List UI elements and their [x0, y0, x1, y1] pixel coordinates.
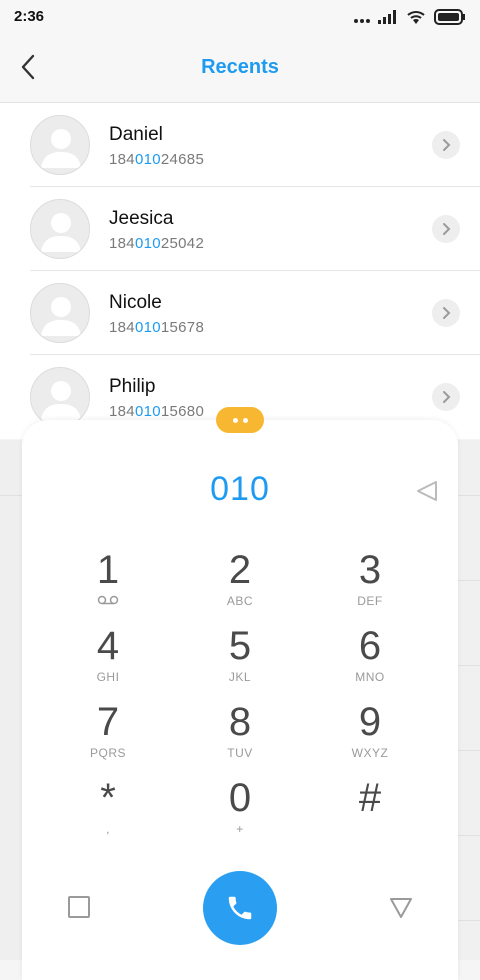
signal-icon [378, 10, 398, 29]
avatar [30, 367, 90, 427]
battery-icon [434, 9, 466, 30]
key-6[interactable]: 6 MNO [310, 624, 430, 694]
dialpad-collapse-handle[interactable] [216, 407, 264, 433]
key-9[interactable]: 9 WXYZ [310, 700, 430, 770]
person-icon [41, 129, 81, 168]
contact-detail-button[interactable] [432, 131, 460, 159]
contact-number: 18401015680 [109, 403, 205, 420]
list-item[interactable]: Nicole 18401015678 [0, 271, 480, 355]
contact-name: Daniel [109, 124, 163, 145]
chevron-right-icon [443, 223, 451, 235]
backspace-triangle-icon [417, 481, 437, 501]
square-icon[interactable] [68, 896, 90, 918]
more-dots-icon [354, 11, 370, 29]
contact-name: Philip [109, 376, 156, 397]
contact-name: Jeesica [109, 208, 174, 229]
status-time: 2:36 [14, 8, 45, 25]
voicemail-icon [48, 594, 168, 608]
list-item[interactable]: Daniel 18401024685 [0, 103, 480, 187]
chevron-right-icon [443, 307, 451, 319]
status-bar: 2:36 [0, 0, 480, 36]
key-4[interactable]: 4 GHI [48, 624, 168, 694]
key-0[interactable]: 0 + [180, 776, 300, 846]
contact-number: 18401025042 [109, 235, 205, 252]
key-8[interactable]: 8 TUV [180, 700, 300, 770]
contact-detail-button[interactable] [432, 215, 460, 243]
list-item[interactable]: Jeesica 18401025042 [0, 187, 480, 271]
contact-detail-button[interactable] [432, 299, 460, 327]
dialed-number: 010 [210, 470, 270, 508]
header: Recents [0, 36, 480, 103]
page-title: Recents [201, 56, 279, 78]
phone-icon [228, 896, 252, 920]
person-icon [41, 381, 81, 420]
contact-number: 18401015678 [109, 319, 205, 336]
key-1[interactable]: 1 [48, 548, 168, 618]
chevron-right-icon [443, 391, 451, 403]
recents-list: Daniel 18401024685 Jeesica 18401025042 N… [0, 103, 480, 439]
status-icons [354, 9, 466, 30]
person-icon [41, 213, 81, 252]
avatar [30, 115, 90, 175]
background-strip-left [0, 440, 22, 960]
key-7[interactable]: 7 PQRS [48, 700, 168, 770]
triangle-down-icon[interactable] [388, 896, 414, 920]
key-2[interactable]: 2 ABC [180, 548, 300, 618]
backspace-button[interactable] [414, 478, 440, 504]
call-button[interactable] [203, 871, 277, 945]
key-5[interactable]: 5 JKL [180, 624, 300, 694]
contact-name: Nicole [109, 292, 162, 313]
wifi-icon [406, 9, 426, 30]
avatar [30, 283, 90, 343]
key-3[interactable]: 3 DEF [310, 548, 430, 618]
key-hash[interactable]: # [310, 776, 430, 846]
avatar [30, 199, 90, 259]
chevron-right-icon [443, 139, 451, 151]
person-icon [41, 297, 81, 336]
background-strip-right [458, 440, 480, 960]
key-star[interactable]: * , [48, 776, 168, 846]
contact-number: 18401024685 [109, 151, 205, 168]
contact-detail-button[interactable] [432, 383, 460, 411]
